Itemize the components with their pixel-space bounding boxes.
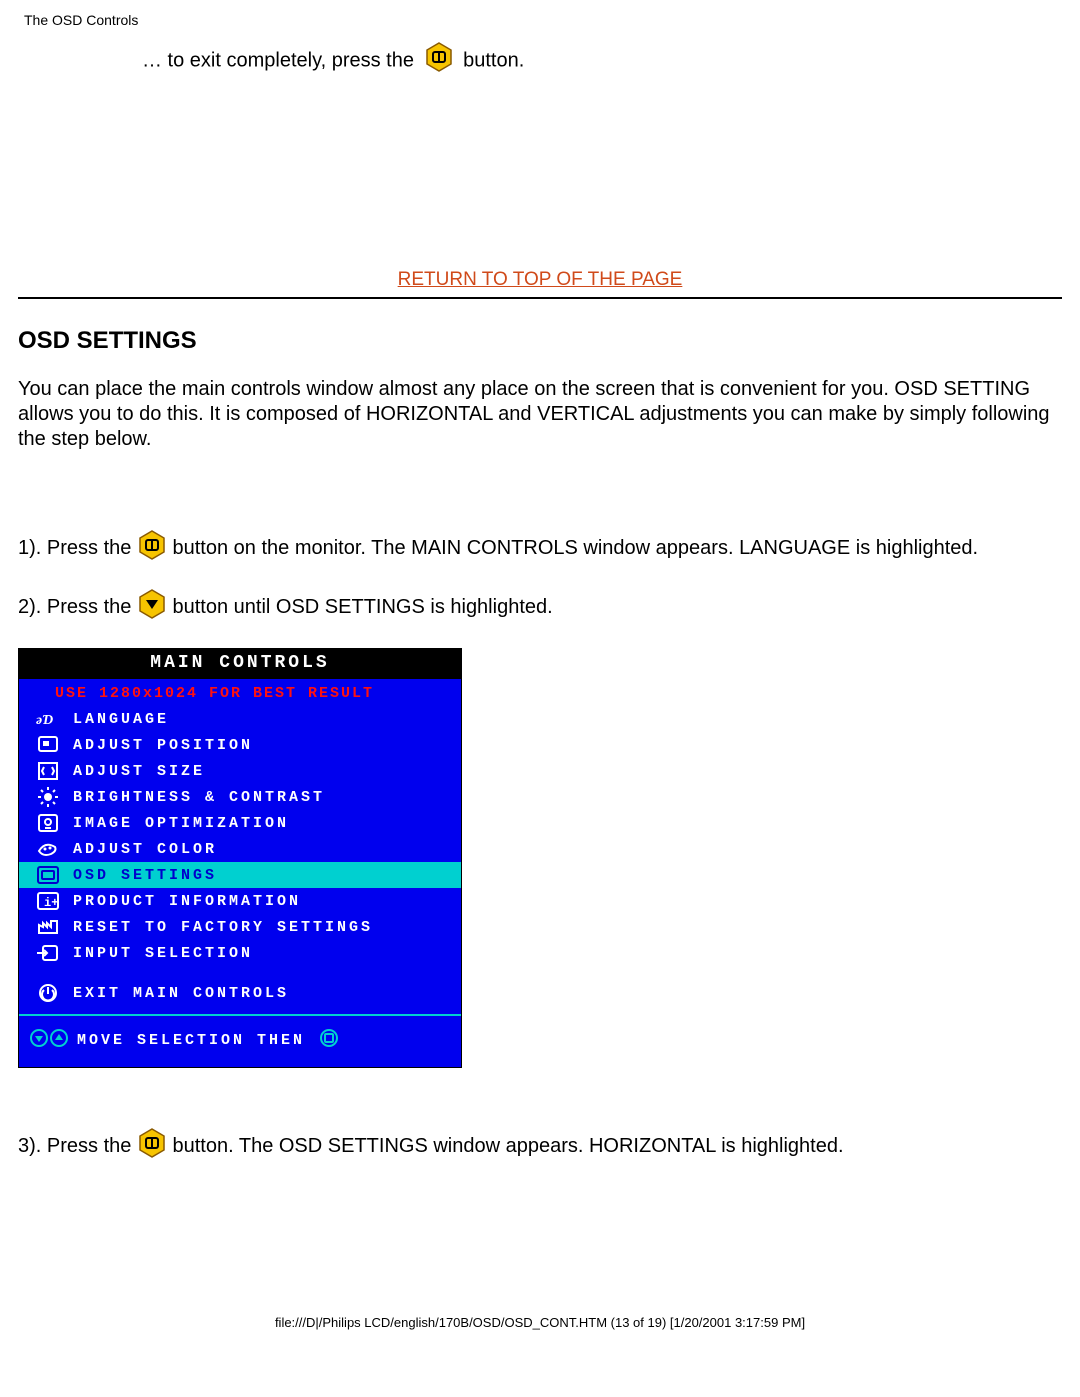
down-arrow-icon bbox=[29, 1028, 49, 1053]
osd-item-label: IMAGE OPTIMIZATION bbox=[65, 815, 289, 832]
osd-item-label: EXIT MAIN CONTROLS bbox=[65, 985, 289, 1002]
osd-item-brightness-contrast[interactable]: BRIGHTNESS & CONTRAST bbox=[19, 784, 461, 810]
color-icon bbox=[31, 841, 65, 857]
divider bbox=[18, 297, 1062, 299]
osd-item-label: INPUT SELECTION bbox=[65, 945, 253, 962]
osd-item-label: PRODUCT INFORMATION bbox=[65, 893, 301, 910]
up-arrow-icon bbox=[49, 1028, 69, 1053]
osd-item-label: ADJUST POSITION bbox=[65, 737, 253, 754]
osd-item-adjust-size[interactable]: ADJUST SIZE bbox=[19, 758, 461, 784]
step-2: 2). Press the button until OSD SETTINGS … bbox=[18, 589, 1062, 626]
osd-item-adjust-position[interactable]: ADJUST POSITION bbox=[19, 732, 461, 758]
osd-item-label: BRIGHTNESS & CONTRAST bbox=[65, 789, 325, 806]
exit-icon bbox=[31, 983, 65, 1003]
osd-item-label: OSD SETTINGS bbox=[65, 867, 217, 884]
page-header: The OSD Controls bbox=[24, 12, 1062, 28]
return-to-top-link[interactable]: RETURN TO TOP OF THE PAGE bbox=[398, 269, 683, 290]
ok-button-icon bbox=[137, 1128, 167, 1165]
size-icon bbox=[31, 762, 65, 780]
svg-text:i+: i+ bbox=[44, 896, 58, 910]
osd-footer-label: MOVE SELECTION THEN bbox=[77, 1032, 305, 1049]
osd-item-label: RESET TO FACTORY SETTINGS bbox=[65, 919, 373, 936]
image-icon bbox=[31, 814, 65, 832]
osd-item-factory-reset[interactable]: RESET TO FACTORY SETTINGS bbox=[19, 914, 461, 940]
osd-item-osd-settings[interactable]: OSD SETTINGS bbox=[19, 862, 461, 888]
intro-line: … to exit completely, press the button. bbox=[142, 42, 1062, 79]
osd-title: MAIN CONTROLS bbox=[19, 649, 461, 679]
step-3-suffix: button. The OSD SETTINGS window appears.… bbox=[173, 1135, 844, 1157]
step-3-prefix: 3). Press the bbox=[18, 1135, 137, 1157]
osd-item-language[interactable]: ǝƊ LANGUAGE bbox=[19, 706, 461, 732]
ok-button-icon bbox=[137, 530, 167, 567]
osd-item-exit[interactable]: EXIT MAIN CONTROLS bbox=[19, 980, 461, 1006]
osd-item-image-optimization[interactable]: IMAGE OPTIMIZATION bbox=[19, 810, 461, 836]
factory-icon bbox=[31, 919, 65, 935]
info-icon: i+ bbox=[31, 892, 65, 910]
input-icon bbox=[31, 944, 65, 962]
step-1-prefix: 1). Press the bbox=[18, 537, 137, 559]
language-icon: ǝƊ bbox=[31, 709, 65, 729]
osd-settings-icon bbox=[31, 866, 65, 884]
ok-button-icon bbox=[424, 42, 454, 79]
step-2-suffix: button until OSD SETTINGS is highlighted… bbox=[173, 596, 553, 618]
osd-item-input-selection[interactable]: INPUT SELECTION bbox=[19, 940, 461, 966]
intro-prefix: … to exit completely, press the bbox=[142, 50, 420, 72]
osd-item-label: LANGUAGE bbox=[65, 711, 169, 728]
osd-item-label: ADJUST COLOR bbox=[65, 841, 217, 858]
step-1: 1). Press the button on the monitor. The… bbox=[18, 530, 1062, 567]
ok-circle-icon bbox=[319, 1028, 339, 1053]
osd-footer: MOVE SELECTION THEN bbox=[19, 1014, 461, 1067]
step-3: 3). Press the button. The OSD SETTINGS w… bbox=[18, 1128, 1062, 1165]
osd-item-product-information[interactable]: i+ PRODUCT INFORMATION bbox=[19, 888, 461, 914]
down-button-icon bbox=[137, 589, 167, 626]
step-1-suffix: button on the monitor. The MAIN CONTROLS… bbox=[173, 537, 979, 559]
osd-resolution-hint: USE 1280x1024 FOR BEST RESULT bbox=[19, 679, 461, 706]
brightness-icon bbox=[31, 787, 65, 807]
section-heading: OSD SETTINGS bbox=[18, 327, 1062, 355]
osd-item-adjust-color[interactable]: ADJUST COLOR bbox=[19, 836, 461, 862]
section-body: You can place the main controls window a… bbox=[18, 377, 1062, 452]
osd-main-controls-panel: MAIN CONTROLS USE 1280x1024 FOR BEST RES… bbox=[18, 648, 462, 1068]
svg-text:ǝƊ: ǝƊ bbox=[36, 713, 53, 728]
position-icon bbox=[31, 736, 65, 754]
step-2-prefix: 2). Press the bbox=[18, 596, 137, 618]
osd-item-label: ADJUST SIZE bbox=[65, 763, 205, 780]
page-footer: file:///D|/Philips LCD/english/170B/OSD/… bbox=[18, 1315, 1062, 1338]
intro-suffix: button. bbox=[463, 50, 524, 72]
